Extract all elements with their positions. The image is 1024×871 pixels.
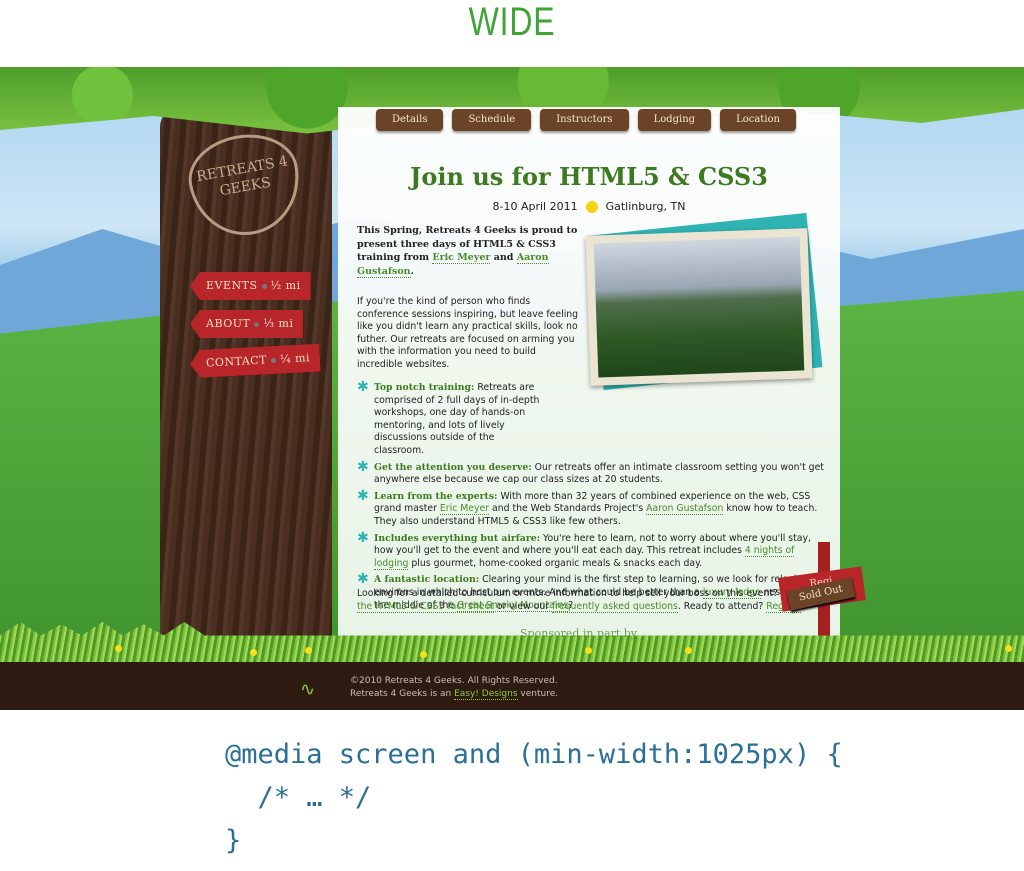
asterisk-icon: ✱ (357, 571, 369, 588)
text: venture. (517, 689, 559, 699)
text: . (410, 265, 414, 277)
text: or view our (493, 601, 552, 612)
flower (585, 647, 592, 654)
mountain-photo (585, 228, 813, 386)
sign-events[interactable]: EVENTS ½ mi (190, 272, 311, 300)
link-aaron-gustafson[interactable]: Aaron Gustafson (646, 503, 724, 516)
flower (420, 651, 427, 658)
item-title: Get the attention you deserve: (374, 461, 532, 473)
asterisk-icon: ✱ (357, 529, 369, 546)
item-title: A fantastic location: (374, 574, 480, 586)
sign-label: CONTACT (205, 353, 268, 370)
text: Retreats 4 Geeks is an (350, 689, 455, 699)
flower (305, 647, 312, 654)
flower (250, 649, 257, 656)
footer-credit: Retreats 4 Geeks is an Easy! Designs ven… (350, 688, 558, 701)
link-eric-meyer[interactable]: Eric Meyer (432, 252, 491, 264)
nav-instructors[interactable]: Instructors (540, 109, 629, 131)
item-text: and the Web Standards Project's (489, 503, 647, 515)
link-fact-sheet[interactable]: the HTML5 & CSS3 fact sheet (357, 601, 494, 613)
flower (685, 647, 692, 654)
sign-distance: ¼ mi (279, 351, 311, 366)
item-text: Retreats are comprised of 2 full days of… (374, 382, 540, 456)
list-item: ✱ Learn from the experts: With more than … (357, 487, 827, 529)
sign-distance: ½ mi (270, 279, 301, 292)
item-text: plus gourmet, home-cooked organic meals … (408, 557, 703, 569)
sun-icon (585, 201, 598, 213)
intro-text: This Spring, Retreats 4 Geeks is proud t… (357, 224, 579, 278)
nail-icon (271, 357, 276, 362)
media-query-code: @media screen and (min-width:1025px) { /… (225, 733, 843, 862)
link-eric-meyer[interactable]: Eric Meyer (439, 503, 490, 516)
list-item: ✱ Get the attention you deserve: Our retr… (357, 458, 827, 487)
nail-icon (261, 283, 267, 289)
intro-paragraph: If you're the kind of person who finds c… (357, 296, 579, 370)
text: . Ready to attend? (677, 601, 767, 612)
website-screenshot: RETREATS 4 GEEKS EVENTS ½ mi ABOUT ⅓ mi CO… (0, 67, 1024, 710)
nav-schedule[interactable]: Schedule (452, 109, 532, 131)
text: Looking for a detailed curriculum or mor… (357, 588, 781, 599)
flower (115, 645, 122, 652)
main-nav: Details Schedule Instructors Lodging Loc… (376, 109, 796, 131)
nav-details[interactable]: Details (376, 109, 444, 131)
text: and (490, 252, 517, 263)
asterisk-icon: ✱ (357, 379, 369, 395)
event-info: 8-10 April 2011 Gatlinburg, TN (338, 200, 840, 213)
nav-lodging[interactable]: Lodging (637, 109, 712, 131)
code-line: /* … */ (225, 782, 372, 813)
link-easy-designs[interactable]: Easy! Designs (454, 689, 518, 700)
nail-icon (254, 321, 260, 327)
asterisk-icon: ✱ (357, 458, 369, 475)
event-location: Gatlinburg, TN (605, 200, 686, 213)
link-faq[interactable]: frequently asked questions (551, 601, 678, 613)
flower (1005, 645, 1012, 652)
item-title: Top notch training: (374, 382, 475, 393)
feature-list: ✱ Top notch training: Retreats are compri… (357, 379, 827, 616)
copyright: ©2010 Retreats 4 Geeks. All Rights Reser… (350, 676, 558, 686)
list-item: ✱ Includes everything but airfare: You're… (357, 529, 827, 571)
snake-logo-icon: ∿ (300, 679, 316, 700)
sponsored-text: Sponsored in part by (520, 627, 637, 640)
code-line: } (225, 825, 242, 856)
headline: Join us for HTML5 & CSS3 (410, 162, 768, 191)
event-date: 8-10 April 2011 (492, 200, 578, 213)
sign-label: EVENTS (206, 279, 258, 292)
closing-text: Looking for a detailed curriculum or mor… (357, 587, 817, 613)
list-item: ✱ Top notch training: Retreats are compri… (357, 379, 547, 458)
nav-location[interactable]: Location (720, 109, 796, 131)
asterisk-icon: ✱ (357, 487, 369, 504)
code-line: @media screen and (min-width:1025px) { (225, 739, 843, 770)
slide-title: WIDE (468, 0, 556, 44)
sign-about[interactable]: ABOUT ⅓ mi (190, 310, 304, 338)
sign-label: ABOUT (206, 317, 251, 330)
item-title: Learn from the experts: (374, 490, 498, 502)
sign-distance: ⅓ mi (263, 317, 294, 330)
footer: ©2010 Retreats 4 Geeks. All Rights Reser… (350, 675, 558, 701)
item-title: Includes everything but airfare: (374, 532, 541, 544)
